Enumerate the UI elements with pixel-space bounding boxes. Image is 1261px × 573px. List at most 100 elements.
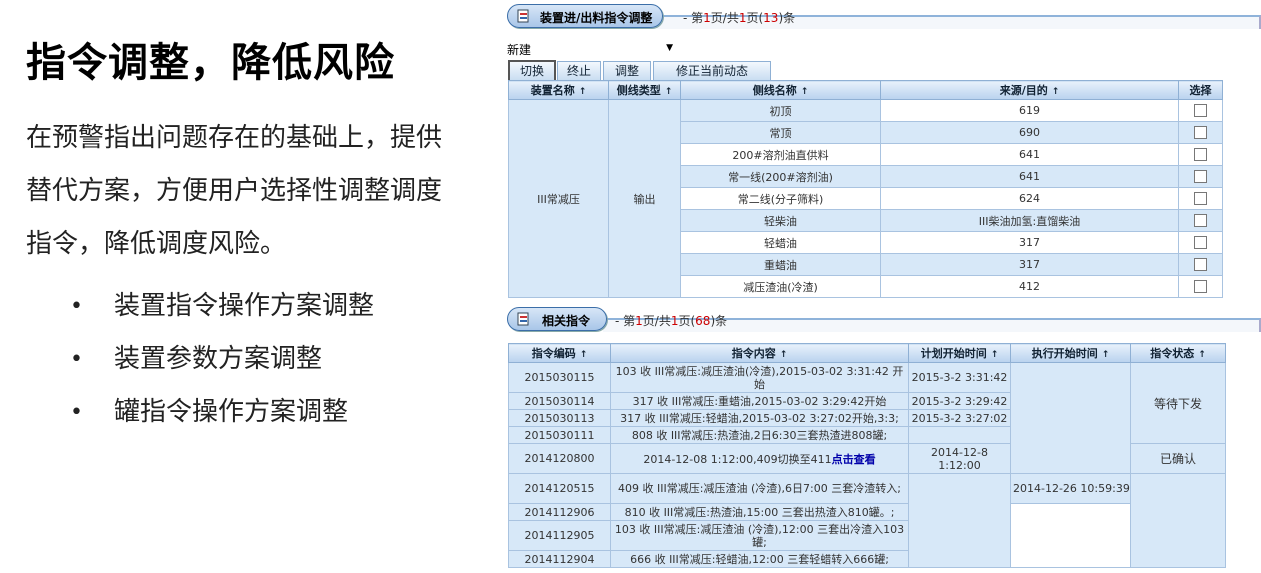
status-cell bbox=[1130, 473, 1226, 568]
bullet-dot: • bbox=[70, 400, 83, 425]
content-cell: 103 收 III常减压:减压渣油 (冷渣),12:00 三套出冷渣入103罐; bbox=[610, 520, 909, 551]
column-header-unit-name[interactable]: 装置名称 ↑ bbox=[508, 80, 609, 100]
table-row[interactable]: 2015030115 103 收 III常减压:减压渣油(冷渣),2015-03… bbox=[508, 362, 1226, 474]
panel-title: 相关指令 bbox=[542, 314, 591, 328]
select-cell bbox=[1178, 253, 1223, 276]
panel-header: 相关指令 - 第1页/共1页(68)条 bbox=[507, 307, 1261, 332]
select-cell bbox=[1178, 275, 1223, 298]
sort-asc-icon: ↑ bbox=[664, 87, 673, 97]
target-cell: 317 bbox=[880, 231, 1179, 254]
table-row[interactable]: 2014120515 409 收 III常减压:减压渣油 (冷渣),6日7:00… bbox=[508, 473, 1226, 568]
line-name-cell: 轻蜡油 bbox=[680, 231, 881, 254]
content-cell: 2014-12-08 1:12:00,409切换至411点击查看 bbox=[610, 443, 909, 474]
select-cell bbox=[1178, 165, 1223, 188]
unit-instruction-table: 装置名称 ↑ 侧线类型 ↑ 侧线名称 ↑ 来源/目的 ↑ 选择 III常减压 输出 初顶… bbox=[508, 80, 1223, 298]
sort-asc-icon: ↑ bbox=[1198, 350, 1206, 360]
unit-name-cell: III常减压 bbox=[508, 99, 609, 298]
target-cell: 641 bbox=[880, 165, 1179, 188]
plan-time-cell bbox=[908, 473, 1011, 568]
code-cell: 2014112905 bbox=[508, 520, 611, 551]
bullet-text: 罐指令操作方案调整 bbox=[114, 397, 349, 427]
sort-asc-icon: ↑ bbox=[779, 350, 788, 360]
table-row[interactable]: 2014112906 810 收 III常减压:热渣油,15:00 三套出热渣入… bbox=[508, 503, 1226, 568]
code-cell: 2014120800 bbox=[508, 443, 611, 474]
target-cell: 619 bbox=[880, 99, 1179, 122]
panel-title: 装置进/出料指令调整 bbox=[540, 11, 653, 25]
document-icon bbox=[517, 9, 529, 23]
content-cell: 409 收 III常减压:减压渣油 (冷渣),6日7:00 三套冷渣转入; bbox=[610, 473, 909, 504]
select-checkbox[interactable] bbox=[1194, 148, 1207, 162]
content-cell: 317 收 III常减压:轻蜡油,2015-03-02 3:27:02开始,3:… bbox=[610, 409, 909, 427]
line-name-cell: 200#溶剂油直供料 bbox=[680, 143, 881, 166]
sort-asc-icon: ↑ bbox=[990, 350, 999, 360]
line-type-cell: 输出 bbox=[608, 99, 681, 298]
content-cell: 810 收 III常减压:热渣油,15:00 三套出热渣入810罐。; bbox=[610, 503, 909, 521]
status-cell: 等待下发 bbox=[1130, 362, 1226, 444]
stop-button[interactable]: 终止 bbox=[557, 61, 601, 82]
plan-time-cell bbox=[908, 426, 1011, 444]
column-header-status[interactable]: 指令状态 ↑ bbox=[1130, 343, 1226, 363]
document-icon bbox=[517, 312, 529, 326]
panel-title-tab: 相关指令 bbox=[507, 307, 607, 331]
plan-time-cell: 2015-3-2 3:29:42 bbox=[908, 392, 1011, 410]
fix-dynamic-button[interactable]: 修正当前动态 bbox=[653, 61, 771, 82]
column-header-select[interactable]: 选择 bbox=[1178, 80, 1223, 100]
bullet-dot: • bbox=[70, 347, 83, 372]
panel-header: 装置进/出料指令调整 - 第1页/共1页(13)条 bbox=[507, 4, 1261, 29]
column-header-plan-start[interactable]: 计划开始时间 ↑ bbox=[908, 343, 1011, 363]
select-checkbox[interactable] bbox=[1194, 170, 1207, 184]
content-cell: 666 收 III常减压:轻蜡油,12:00 三套轻蜡转入666罐; bbox=[610, 550, 909, 568]
table-header-row: 装置名称 ↑ 侧线类型 ↑ 侧线名称 ↑ 来源/目的 ↑ 选择 bbox=[508, 80, 1223, 100]
slide-bullet-list: • 装置指令操作方案调整 • 装置参数方案调整 • 罐指令操作方案调整 bbox=[60, 280, 374, 439]
code-cell: 2015030115 bbox=[508, 362, 611, 393]
code-cell: 2015030114 bbox=[508, 392, 611, 410]
bullet-text: 装置指令操作方案调整 bbox=[114, 291, 375, 321]
table-row[interactable]: III常减压 输出 初顶 619 bbox=[508, 99, 1223, 298]
column-header-content[interactable]: 指令内容 ↑ bbox=[610, 343, 909, 363]
column-header-exec-start[interactable]: 执行开始时间 ↑ bbox=[1010, 343, 1131, 363]
bullet-item: • 装置参数方案调整 bbox=[60, 333, 374, 386]
code-cell: 2014120515 bbox=[508, 473, 611, 504]
select-cell bbox=[1178, 99, 1223, 122]
line-name-cell: 重蜡油 bbox=[680, 253, 881, 276]
plan-time-cell: 2014-12-8 1:12:00 bbox=[908, 443, 1011, 474]
line-name-cell: 常二线(分子筛料) bbox=[680, 187, 881, 210]
select-checkbox[interactable] bbox=[1194, 126, 1207, 140]
plan-time-cell: 2015-3-2 3:31:42 bbox=[908, 362, 1011, 393]
adjust-button[interactable]: 调整 bbox=[603, 61, 651, 82]
content-cell: 317 收 III常减压:重蜡油,2015-03-02 3:29:42开始 bbox=[610, 392, 909, 410]
select-checkbox[interactable] bbox=[1194, 192, 1207, 206]
exec-time-cell bbox=[1010, 362, 1131, 474]
select-checkbox[interactable] bbox=[1194, 214, 1207, 228]
sort-asc-icon: ↑ bbox=[1101, 350, 1110, 360]
action-dropdown[interactable]: 新建 ▼ bbox=[507, 41, 675, 59]
select-checkbox[interactable] bbox=[1194, 258, 1207, 272]
content-cell: 103 收 III常减压:减压渣油(冷渣),2015-03-02 3:31:42… bbox=[610, 362, 909, 393]
pagination-info: - 第1页/共1页(68)条 bbox=[615, 314, 728, 328]
line-name-cell: 常一线(200#溶剂油) bbox=[680, 165, 881, 188]
bullet-text: 装置参数方案调整 bbox=[114, 344, 323, 374]
slide-title: 指令调整，降低风险 bbox=[26, 40, 395, 86]
sort-asc-icon: ↑ bbox=[579, 350, 588, 360]
chevron-down-icon: ▼ bbox=[666, 43, 673, 53]
code-cell: 2014112906 bbox=[508, 503, 611, 521]
code-cell: 2015030113 bbox=[508, 409, 611, 427]
content-cell: 808 收 III常减压:热渣油,2日6:30三套热渣进808罐; bbox=[610, 426, 909, 444]
column-header-code[interactable]: 指令编码 ↑ bbox=[508, 343, 611, 363]
view-detail-link[interactable]: 点击查看 bbox=[832, 453, 876, 466]
target-cell: 412 bbox=[880, 275, 1179, 298]
table-header-row: 指令编码 ↑ 指令内容 ↑ 计划开始时间 ↑ 执行开始时间 ↑ 指令状态 ↑ bbox=[508, 343, 1226, 363]
select-checkbox[interactable] bbox=[1194, 280, 1207, 294]
select-cell bbox=[1178, 209, 1223, 232]
bullet-item: • 装置指令操作方案调整 bbox=[60, 280, 374, 333]
column-header-line-name[interactable]: 侧线名称 ↑ bbox=[680, 80, 881, 100]
bullet-item: • 罐指令操作方案调整 bbox=[60, 386, 374, 439]
select-checkbox[interactable] bbox=[1194, 104, 1207, 118]
column-header-source-target[interactable]: 来源/目的 ↑ bbox=[880, 80, 1179, 100]
select-checkbox[interactable] bbox=[1194, 236, 1207, 250]
line-name-cell: 轻柴油 bbox=[680, 209, 881, 232]
select-cell bbox=[1178, 143, 1223, 166]
pagination-info: - 第1页/共1页(13)条 bbox=[683, 11, 796, 25]
column-header-line-type[interactable]: 侧线类型 ↑ bbox=[608, 80, 681, 100]
line-name-cell: 常顶 bbox=[680, 121, 881, 144]
